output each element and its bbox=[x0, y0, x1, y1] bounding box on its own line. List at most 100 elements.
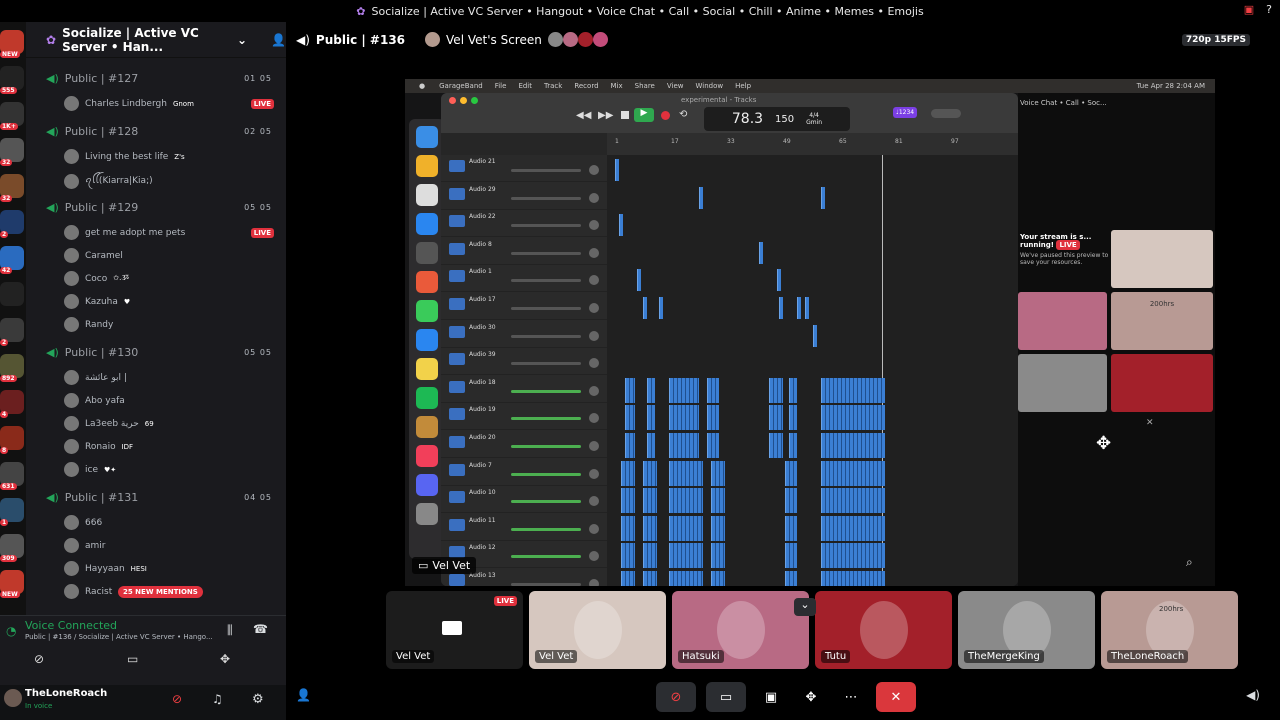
channel-user[interactable]: ice ♥✦ bbox=[64, 462, 274, 477]
pan-knob[interactable] bbox=[589, 303, 599, 313]
server-icon[interactable]: 8 bbox=[0, 426, 24, 454]
audio-region[interactable] bbox=[821, 377, 885, 403]
track-header[interactable]: Audio 7 bbox=[441, 459, 607, 486]
participant-tile[interactable]: Hatsuki bbox=[672, 591, 809, 669]
track-header[interactable]: Audio 39 bbox=[441, 348, 607, 376]
activities-icon[interactable]: ✥ bbox=[1096, 433, 1111, 454]
invite-icon[interactable]: 👤 bbox=[296, 688, 311, 702]
audio-region[interactable] bbox=[669, 543, 703, 569]
audio-region[interactable] bbox=[643, 515, 657, 541]
audio-region[interactable] bbox=[643, 571, 657, 586]
audio-region[interactable] bbox=[643, 297, 647, 319]
pan-knob[interactable] bbox=[589, 413, 599, 424]
audio-region[interactable] bbox=[821, 515, 885, 541]
menu-item[interactable]: Mix bbox=[611, 82, 623, 90]
collapse-participants-button[interactable]: ⌄ bbox=[794, 598, 816, 616]
track-header[interactable]: Audio 21 bbox=[441, 155, 607, 182]
audio-region[interactable] bbox=[785, 543, 797, 569]
share-screen-button[interactable]: ▣ bbox=[756, 682, 786, 712]
channel-user[interactable]: Hayyaan HESI bbox=[64, 561, 274, 576]
audio-region[interactable] bbox=[821, 488, 885, 514]
audio-region[interactable] bbox=[643, 543, 657, 569]
channel-user[interactable]: Coco ✩.ૐ bbox=[64, 271, 274, 286]
audio-region[interactable] bbox=[621, 571, 635, 586]
new-mentions-badge[interactable]: 25 NEW MENTIONS bbox=[118, 586, 203, 598]
track-volume-slider[interactable] bbox=[511, 362, 581, 366]
audio-region[interactable] bbox=[625, 405, 635, 431]
track-header[interactable]: Audio 22 bbox=[441, 210, 607, 238]
avatar[interactable] bbox=[64, 538, 79, 553]
dock-app-icon[interactable] bbox=[416, 503, 438, 525]
server-icon[interactable]: 2 bbox=[0, 210, 24, 238]
audio-region[interactable] bbox=[637, 269, 641, 292]
avatar[interactable] bbox=[64, 149, 79, 164]
track-header[interactable]: Audio 29 bbox=[441, 183, 607, 210]
server-icon[interactable]: 1 bbox=[0, 498, 24, 526]
menu-item[interactable]: Window bbox=[695, 82, 723, 90]
voice-channel[interactable]: ◀) Public | #127 01 05 bbox=[46, 72, 276, 85]
pan-knob[interactable] bbox=[589, 579, 599, 586]
track-volume-slider[interactable] bbox=[511, 307, 581, 310]
channel-user[interactable]: Abo yafa bbox=[64, 393, 274, 408]
activities-icon[interactable]: ✥ bbox=[220, 652, 230, 666]
track-volume-slider[interactable] bbox=[511, 527, 581, 531]
cycle-icon[interactable]: ⟲ bbox=[679, 109, 687, 120]
dock-app-icon[interactable] bbox=[416, 126, 438, 148]
signal-icon[interactable]: ◔ bbox=[6, 624, 16, 638]
camera-off-icon[interactable]: ⊘ bbox=[34, 652, 44, 666]
headphones-icon[interactable]: ♫ bbox=[212, 692, 223, 706]
gear-icon[interactable]: ⚙ bbox=[252, 692, 264, 707]
viewer-avatars[interactable] bbox=[547, 32, 608, 47]
menu-item[interactable]: Edit bbox=[518, 82, 532, 90]
dock-app-icon[interactable] bbox=[416, 474, 438, 496]
track-header[interactable]: Audio 1 bbox=[441, 265, 607, 293]
avatar[interactable] bbox=[64, 515, 79, 530]
audio-region[interactable] bbox=[821, 460, 885, 486]
channel-user[interactable]: get me adopt me pets LIVE bbox=[64, 225, 274, 240]
pan-knob[interactable] bbox=[589, 358, 599, 369]
audio-region[interactable] bbox=[669, 571, 703, 586]
audio-region[interactable] bbox=[821, 543, 885, 569]
server-icon[interactable]: 892 bbox=[0, 354, 24, 382]
pan-knob[interactable] bbox=[589, 192, 599, 203]
stop-icon[interactable] bbox=[621, 111, 629, 119]
screen-share-icon[interactable]: ▭ bbox=[127, 652, 138, 666]
add-member-icon[interactable]: 👤 bbox=[271, 33, 286, 47]
dock-app-icon[interactable] bbox=[416, 387, 438, 409]
avatar[interactable] bbox=[64, 174, 79, 189]
pan-knob[interactable] bbox=[589, 247, 599, 258]
track-header[interactable]: Audio 30 bbox=[441, 321, 607, 348]
pan-knob[interactable] bbox=[589, 165, 599, 175]
audio-region[interactable] bbox=[625, 433, 635, 458]
dock-app-icon[interactable] bbox=[416, 300, 438, 322]
voice-status[interactable]: Voice Connected bbox=[25, 619, 117, 632]
track-volume-slider[interactable] bbox=[511, 334, 581, 338]
track-header[interactable]: Audio 19 bbox=[441, 403, 607, 431]
audio-region[interactable] bbox=[785, 488, 797, 514]
tracks-area[interactable] bbox=[607, 155, 1018, 586]
track-volume-slider[interactable] bbox=[511, 224, 581, 228]
dock-app-icon[interactable] bbox=[416, 184, 438, 206]
audio-region[interactable] bbox=[711, 488, 725, 514]
menu-item[interactable]: Track bbox=[544, 82, 562, 90]
track-header[interactable]: Audio 17 bbox=[441, 293, 607, 320]
audio-region[interactable] bbox=[669, 460, 703, 486]
audio-region[interactable] bbox=[707, 405, 719, 431]
audio-region[interactable] bbox=[779, 297, 783, 319]
audio-region[interactable] bbox=[711, 543, 725, 569]
audio-region[interactable] bbox=[659, 297, 663, 319]
track-header[interactable]: Audio 8 bbox=[441, 238, 607, 265]
participant-tile[interactable]: TheMergeKing bbox=[958, 591, 1095, 669]
participant-tile[interactable]: Tutu bbox=[815, 591, 952, 669]
pan-knob[interactable] bbox=[589, 496, 599, 507]
audio-region[interactable] bbox=[621, 515, 635, 541]
channel-user[interactable]: Living the best life Z's bbox=[64, 149, 274, 164]
channel-user[interactable]: 666 bbox=[64, 515, 274, 530]
audio-region[interactable] bbox=[669, 405, 699, 431]
audio-region[interactable] bbox=[647, 377, 655, 403]
voice-channel[interactable]: ◀) Public | #130 05 05 bbox=[46, 346, 276, 359]
channel-user[interactable]: Caramel bbox=[64, 248, 274, 263]
soundboard-icon[interactable]: ⫼ bbox=[227, 623, 233, 638]
avatar[interactable] bbox=[64, 225, 79, 240]
track-volume-slider[interactable] bbox=[511, 389, 581, 393]
